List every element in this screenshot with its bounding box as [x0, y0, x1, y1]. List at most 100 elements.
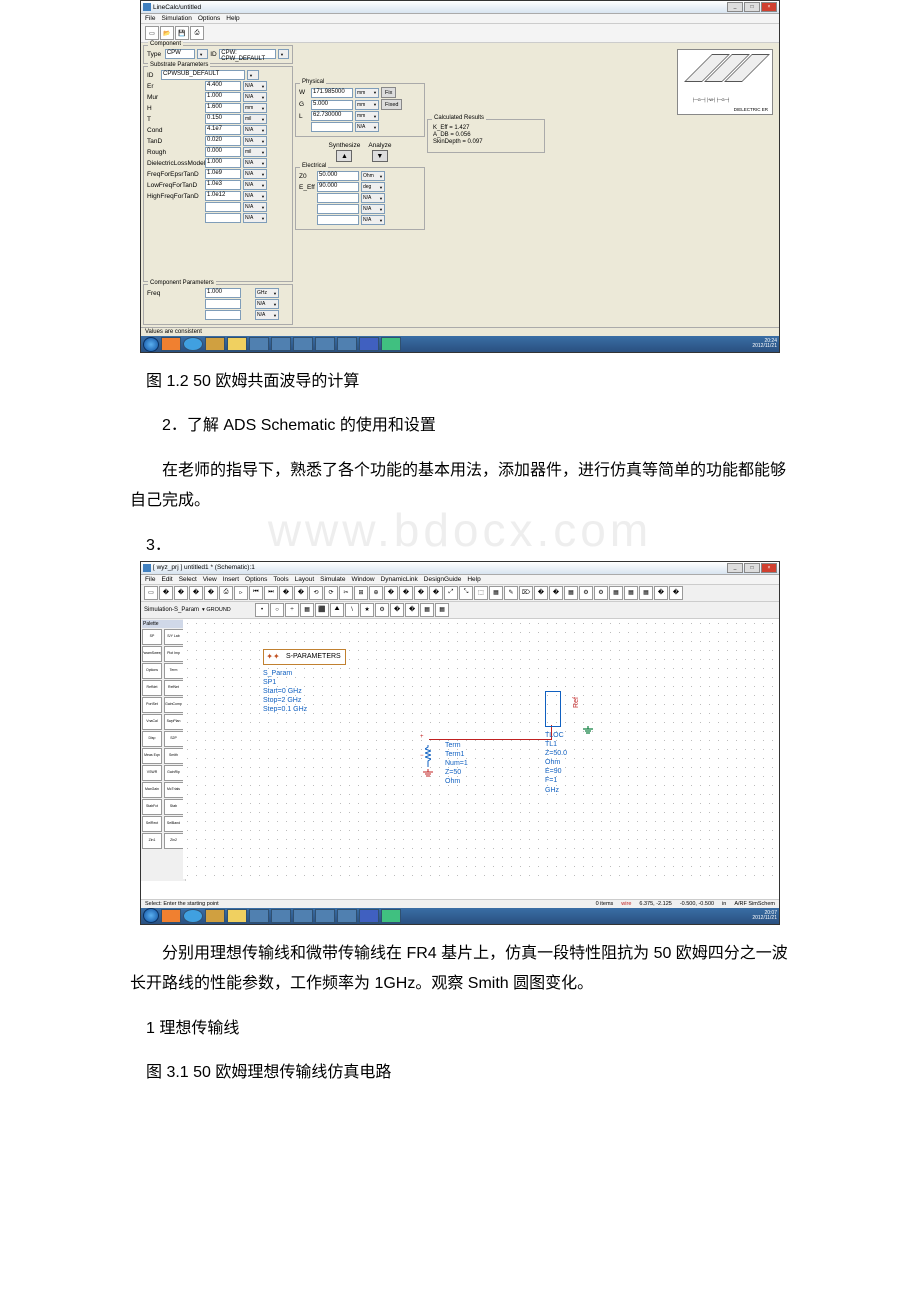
- sim-select[interactable]: ▾ GROUND: [202, 607, 252, 613]
- tb-icon[interactable]: ⤢: [444, 586, 458, 600]
- tb-icon[interactable]: ⊞: [354, 586, 368, 600]
- menu-tools[interactable]: Tools: [273, 576, 288, 583]
- phys-G-unit[interactable]: mm▼: [355, 100, 379, 110]
- tb-icon[interactable]: �: [405, 603, 419, 617]
- tb-icon[interactable]: ▦: [564, 586, 578, 600]
- sub-Er-unit[interactable]: N/A▼: [243, 81, 267, 91]
- sub-id-dropdown-icon[interactable]: ▼: [247, 70, 259, 80]
- menu-view[interactable]: View: [203, 576, 217, 583]
- task-app[interactable]: [205, 337, 225, 351]
- close-button[interactable]: ×: [761, 2, 777, 12]
- task-app[interactable]: [359, 909, 379, 923]
- tb-icon[interactable]: ⏮: [249, 586, 263, 600]
- phys-W-input[interactable]: 171.985000: [311, 88, 353, 98]
- menu-simulate[interactable]: Simulate: [320, 576, 345, 583]
- tb-icon[interactable]: ✂: [339, 586, 353, 600]
- sub-LowFreqForTanD-unit[interactable]: N/A▼: [243, 180, 267, 190]
- task-app[interactable]: [293, 337, 313, 351]
- tb-icon[interactable]: �: [549, 586, 563, 600]
- menu-designguide[interactable]: DesignGuide: [424, 576, 462, 583]
- tb-icon[interactable]: ⛰: [330, 603, 344, 617]
- pal-item[interactable]: Zin1: [142, 833, 162, 849]
- menu-window[interactable]: Window: [351, 576, 374, 583]
- tb-icon[interactable]: ▦: [435, 603, 449, 617]
- menu-file[interactable]: File: [145, 15, 155, 22]
- tb-icon[interactable]: ▦: [624, 586, 638, 600]
- pal-item[interactable]: S/Y Lab: [164, 629, 184, 645]
- tb-icon[interactable]: ⟲: [309, 586, 323, 600]
- task-app[interactable]: [271, 337, 291, 351]
- sub-TanD-input[interactable]: 0.020: [205, 136, 241, 146]
- task-app[interactable]: [249, 337, 269, 351]
- pal-item[interactable]: Smith: [164, 748, 184, 764]
- new-icon[interactable]: ▭: [145, 26, 159, 40]
- menu-edit[interactable]: Edit: [161, 576, 172, 583]
- sub-Er-input[interactable]: 4.400: [205, 81, 241, 91]
- menu-options[interactable]: Options: [245, 576, 267, 583]
- tb-icon[interactable]: ⚙: [594, 586, 608, 600]
- task-app[interactable]: [183, 909, 203, 923]
- tb-icon[interactable]: ⎙: [219, 586, 233, 600]
- tb-icon[interactable]: ÷: [285, 603, 299, 617]
- close-button[interactable]: ×: [761, 563, 777, 573]
- tb-icon[interactable]: �: [384, 586, 398, 600]
- tb-icon[interactable]: �: [654, 586, 668, 600]
- sub-Mur-input[interactable]: 1.000: [205, 92, 241, 102]
- task-app[interactable]: [183, 337, 203, 351]
- sub-H-unit[interactable]: mm▼: [243, 103, 267, 113]
- tb-icon[interactable]: •: [255, 603, 269, 617]
- tb-icon[interactable]: �: [279, 586, 293, 600]
- task-app[interactable]: [337, 909, 357, 923]
- pal-item[interactable]: MaxGain: [142, 782, 162, 798]
- menu-layout[interactable]: Layout: [295, 576, 315, 583]
- pal-item[interactable]: Meas Eqn: [142, 748, 162, 764]
- task-app[interactable]: [161, 337, 181, 351]
- print-icon[interactable]: ⎙: [190, 26, 204, 40]
- sub-LowFreqForTanD-input[interactable]: 1.0e3: [205, 180, 241, 190]
- sub-HighFreqForTanD-unit[interactable]: N/A▼: [243, 191, 267, 201]
- task-app[interactable]: [315, 909, 335, 923]
- tb-icon[interactable]: ⚙: [579, 586, 593, 600]
- analyze-button[interactable]: ▼: [372, 150, 388, 162]
- tb-icon[interactable]: �: [204, 586, 218, 600]
- tb-icon[interactable]: ○: [270, 603, 284, 617]
- pal-item[interactable]: McTrials: [164, 782, 184, 798]
- menu-options[interactable]: Options: [198, 15, 220, 22]
- tb-icon[interactable]: �: [534, 586, 548, 600]
- tb-icon[interactable]: �: [399, 586, 413, 600]
- pal-item[interactable]: StabFct: [142, 799, 162, 815]
- pal-item[interactable]: Plot Imp: [164, 646, 184, 662]
- freq-unit-select[interactable]: GHz▼: [255, 288, 279, 298]
- task-app[interactable]: [205, 909, 225, 923]
- sub-T-input[interactable]: 0.150: [205, 114, 241, 124]
- minimize-button[interactable]: _: [727, 563, 743, 573]
- phys-G-input[interactable]: 5.000: [311, 100, 353, 110]
- tb-icon[interactable]: ⬚: [474, 586, 488, 600]
- tb-icon[interactable]: ⤡: [459, 586, 473, 600]
- sub-Rough-input[interactable]: 0.000: [205, 147, 241, 157]
- tb-icon[interactable]: ▦: [489, 586, 503, 600]
- task-app[interactable]: [227, 337, 247, 351]
- tb-icon[interactable]: ▦: [609, 586, 623, 600]
- pal-item[interactable]: GainComp: [164, 697, 184, 713]
- pal-item[interactable]: Term: [164, 663, 184, 679]
- task-app[interactable]: [227, 909, 247, 923]
- sub-H-input[interactable]: 1.600: [205, 103, 241, 113]
- task-app[interactable]: [293, 909, 313, 923]
- task-app[interactable]: [271, 909, 291, 923]
- maximize-button[interactable]: □: [744, 563, 760, 573]
- id-select[interactable]: CPW: CPW_DEFAULT: [219, 49, 276, 59]
- menu-dynamiclink[interactable]: DynamicLink: [381, 576, 418, 583]
- tb-icon[interactable]: ▦: [300, 603, 314, 617]
- tb-icon[interactable]: ▦: [420, 603, 434, 617]
- task-app[interactable]: [161, 909, 181, 923]
- pal-item[interactable]: SP: [142, 629, 162, 645]
- sub-FreqForEpsrTanD-unit[interactable]: N/A▼: [243, 169, 267, 179]
- tb-icon[interactable]: ⏭: [264, 586, 278, 600]
- tloc-component[interactable]: TLOC TL1 Z=50.0 Ohm E=90 F=1 GHz: [545, 691, 561, 727]
- tb-icon[interactable]: �: [174, 586, 188, 600]
- sub-FreqForEpsrTanD-input[interactable]: 1.0e9: [205, 169, 241, 179]
- pal-item[interactable]: ParamSweep: [142, 646, 162, 662]
- tb-icon[interactable]: ⚙: [375, 603, 389, 617]
- tb-icon[interactable]: ⬛: [315, 603, 329, 617]
